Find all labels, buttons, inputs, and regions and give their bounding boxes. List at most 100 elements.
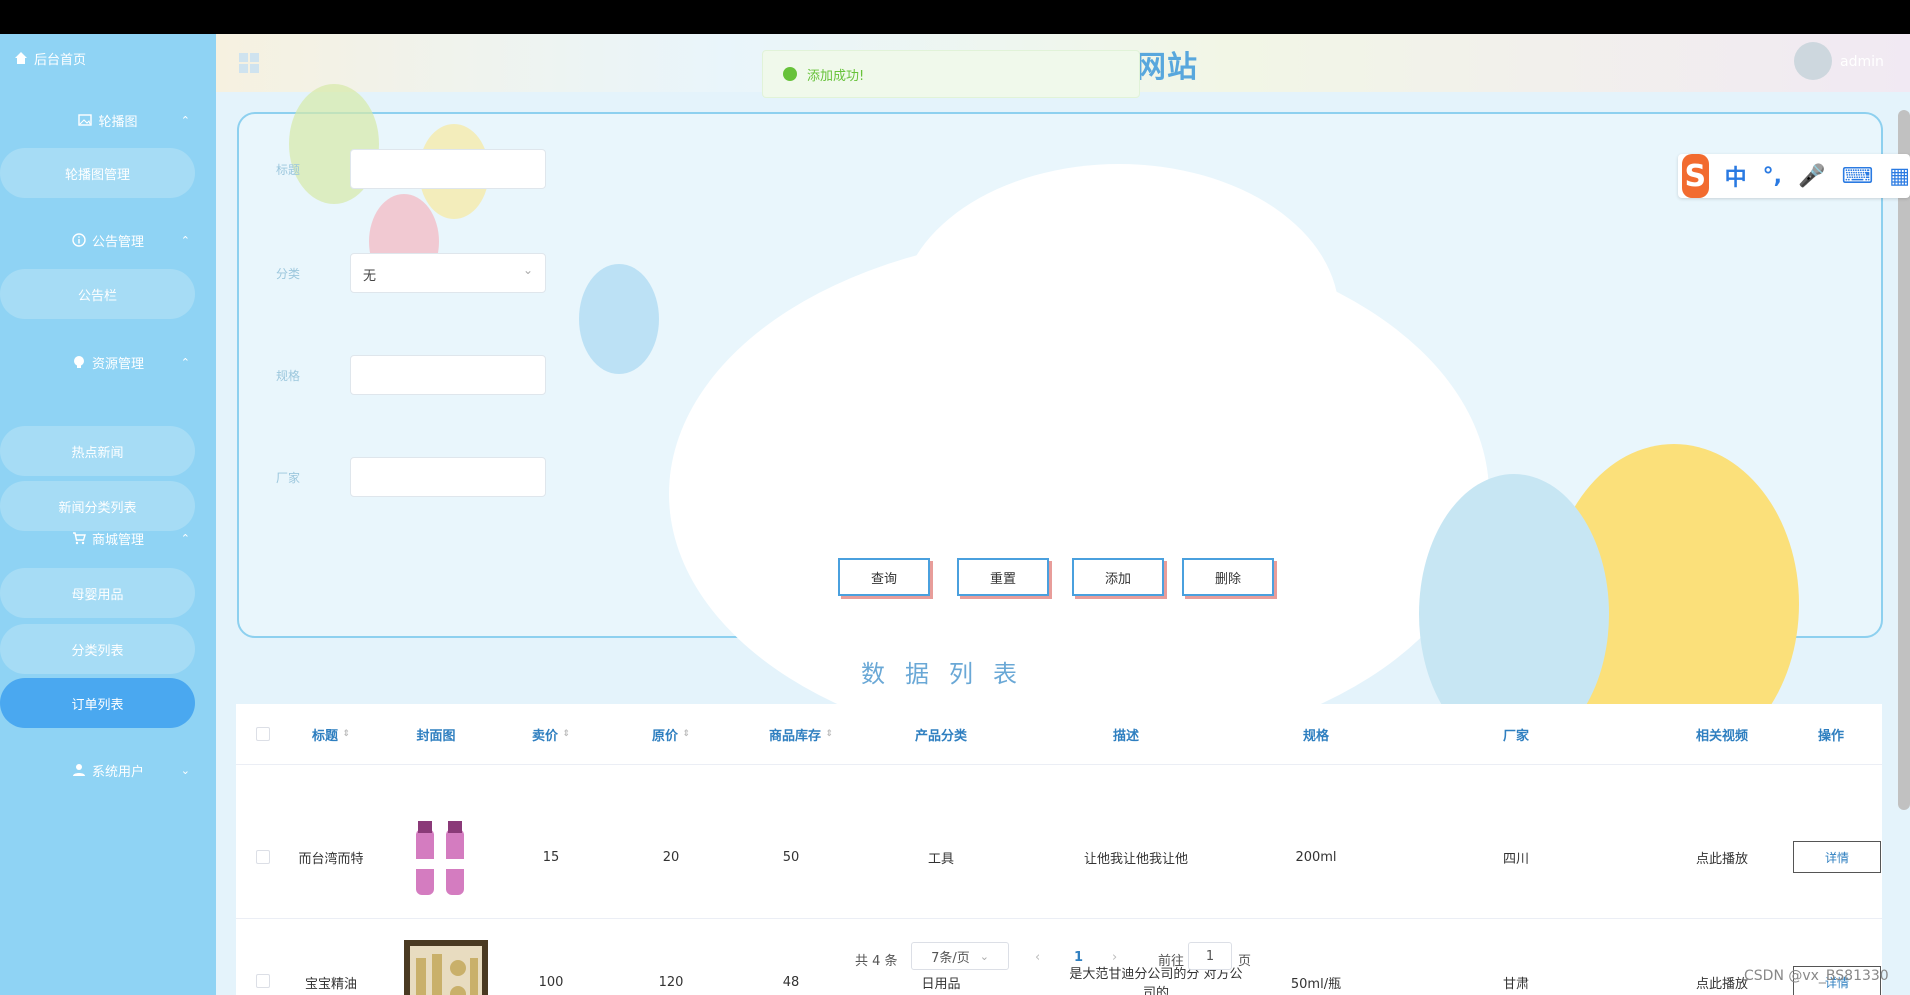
sidebar-group-shop[interactable]: 商城管理 ⌃	[0, 520, 216, 556]
search-button[interactable]: 查询	[838, 558, 930, 596]
sidebar-item-category-list[interactable]: 分类列表	[0, 624, 195, 674]
success-toast: 添加成功!	[762, 50, 1140, 98]
column-header-original-price[interactable]: 原价 ⇕	[621, 704, 721, 764]
balloon-decoration	[579, 264, 659, 374]
field-label: 标题	[276, 163, 301, 177]
play-video-link[interactable]: 点此播放	[1696, 817, 1776, 897]
cell-price: 100	[538, 974, 564, 990]
sidebar-item-label: 公告栏	[77, 288, 117, 304]
chevron-up-icon: ⌃	[180, 113, 190, 127]
current-page[interactable]: 1	[1074, 950, 1083, 965]
sidebar-item-notice-board[interactable]: 公告栏	[0, 269, 195, 319]
main-content: 欢迎访问……母婴用品网站 admin 标题 分类 无 ⌄ 规格 厂家 查询 重置…	[216, 34, 1910, 995]
cell-stock: 50	[782, 849, 800, 865]
column-header-stock[interactable]: 商品库存 ⇕	[736, 704, 866, 764]
form-row-title: 标题	[276, 149, 546, 189]
home-icon	[15, 52, 27, 64]
info-icon	[72, 233, 86, 247]
detail-button[interactable]: 详情	[1793, 841, 1881, 873]
image-icon	[78, 114, 93, 126]
sidebar-item-hot-news[interactable]: 热点新闻	[0, 426, 195, 476]
goto-page-input[interactable]: 1	[1188, 942, 1232, 970]
field-label: 规格	[276, 369, 301, 383]
gift-box-image-icon	[404, 940, 488, 995]
ime-toolbar: S 中 °, 🎤 ⌨ ▦	[1678, 154, 1910, 198]
sidebar-item-home[interactable]: 后台首页	[0, 40, 216, 76]
pagination-total: 共 4 条	[855, 954, 898, 969]
delete-button[interactable]: 删除	[1182, 558, 1274, 596]
sort-icon: ⇕	[682, 729, 691, 739]
page-size-select[interactable]: 7条/页 ⌄	[911, 942, 1009, 970]
cell-desc: 让他我让他我让他	[1083, 851, 1188, 867]
ime-keyboard-icon[interactable]: ⌨	[1841, 164, 1873, 189]
column-header-price[interactable]: 卖价 ⇕	[501, 704, 601, 764]
column-header-action: 操作	[1781, 704, 1881, 764]
add-button[interactable]: 添加	[1072, 558, 1164, 596]
ime-chinese-mode[interactable]: 中	[1725, 160, 1747, 192]
ime-punctuation-icon[interactable]: °,	[1763, 164, 1782, 189]
reset-button[interactable]: 重置	[957, 558, 1049, 596]
sort-icon: ⇕	[562, 729, 571, 739]
chevron-up-icon: ⌃	[180, 233, 190, 247]
maker-input[interactable]	[350, 457, 546, 497]
grid-menu-icon[interactable]	[238, 52, 260, 74]
cell-original-price: 120	[658, 974, 684, 990]
cell-spec: 50ml/瓶	[1290, 976, 1342, 992]
title-input[interactable]	[350, 149, 546, 189]
cart-icon	[72, 532, 86, 545]
page-suffix: 页	[1238, 954, 1252, 969]
sidebar-group-system-users[interactable]: 系统用户 ⌄	[0, 752, 216, 788]
select-all-checkbox[interactable]	[256, 727, 270, 741]
cloud-decoration	[899, 164, 1339, 464]
ime-microphone-icon[interactable]: 🎤	[1798, 164, 1825, 189]
sidebar-group-resources[interactable]: 资源管理 ⌃	[0, 344, 216, 380]
ime-toolbox-icon[interactable]: ▦	[1889, 164, 1910, 189]
sidebar-group-label: 公告管理	[91, 234, 144, 250]
cell-title: 而台湾而特	[298, 851, 364, 867]
sogou-logo-icon[interactable]: S	[1682, 154, 1709, 198]
category-select-value: 无	[363, 269, 377, 284]
sort-icon: ⇕	[825, 729, 834, 739]
chevron-down-icon: ⌄	[522, 263, 533, 277]
prev-page-icon[interactable]: ‹	[1035, 950, 1040, 965]
sidebar-item-label: 订单列表	[71, 697, 124, 713]
avatar[interactable]	[1794, 42, 1832, 80]
sidebar-item-label: 母婴用品	[71, 587, 124, 603]
column-header-category: 产品分类	[914, 728, 967, 744]
user-icon	[72, 764, 85, 776]
sidebar-item-label: 新闻分类列表	[58, 500, 137, 516]
sidebar-group-label: 商城管理	[91, 532, 144, 548]
field-label: 分类	[276, 267, 301, 281]
top-black-bar	[0, 0, 1910, 34]
goto-label: 前往	[1158, 954, 1185, 969]
check-circle-icon	[783, 67, 797, 81]
vertical-scrollbar[interactable]	[1898, 110, 1910, 810]
next-page-icon[interactable]: ›	[1112, 950, 1117, 965]
sidebar-home-label: 后台首页	[34, 52, 87, 68]
sidebar-group-label: 轮播图	[98, 114, 138, 130]
sidebar-item-carousel-manage[interactable]: 轮播图管理	[0, 148, 195, 198]
category-select[interactable]: 无 ⌄	[350, 253, 546, 293]
sidebar-group-notice[interactable]: 公告管理 ⌃	[0, 222, 216, 258]
cover-image	[402, 938, 490, 995]
spec-input[interactable]	[350, 355, 546, 395]
cell-original-price: 20	[662, 849, 680, 865]
cell-price: 15	[542, 849, 560, 865]
username[interactable]: admin	[1840, 54, 1884, 70]
cell-spec: 200ml	[1295, 849, 1337, 865]
form-row-maker: 厂家	[276, 457, 546, 497]
cell-maker: 四川	[1502, 851, 1529, 867]
cell-category: 工具	[927, 851, 954, 867]
column-header-title[interactable]: 标题 ⇕	[281, 704, 381, 764]
watermark: CSDN @vx_BS81330	[1744, 968, 1889, 984]
row-checkbox[interactable]	[256, 850, 270, 864]
cell-stock: 48	[782, 974, 800, 990]
column-header-maker: 厂家	[1502, 728, 1529, 744]
sidebar-item-baby-products[interactable]: 母婴用品	[0, 568, 195, 618]
row-checkbox[interactable]	[256, 974, 270, 988]
page-size-value: 7条/页	[931, 950, 970, 966]
column-header-spec: 规格	[1302, 728, 1329, 744]
sidebar-item-order-list[interactable]: 订单列表	[0, 678, 195, 728]
sidebar-group-carousel[interactable]: 轮播图 ⌃	[0, 102, 216, 138]
cover-image	[406, 819, 476, 899]
